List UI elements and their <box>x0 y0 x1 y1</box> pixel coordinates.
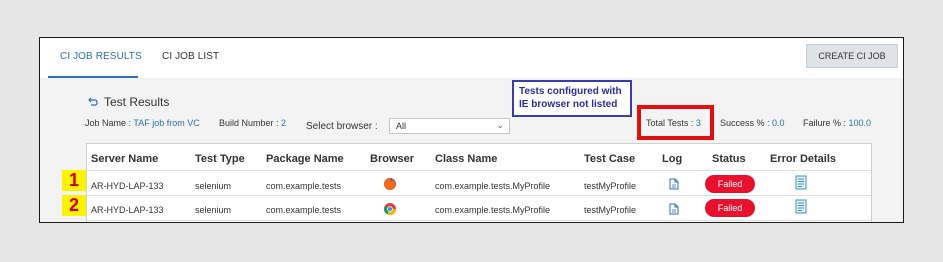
build-number-value[interactable]: 2 <box>281 118 286 128</box>
cell-test-type: selenium <box>195 205 232 215</box>
ci-job-window: CI JOB RESULTS CI JOB LIST CREATE CI JOB… <box>39 37 904 223</box>
cell-class-name: com.example.tests.MyProfile <box>435 181 551 191</box>
back-arrow-icon[interactable] <box>88 97 98 107</box>
annotation-callout: Tests configured with IE browser not lis… <box>512 80 632 117</box>
job-name-label: Job Name : <box>85 118 134 128</box>
job-name-meta: Job Name : TAF job from VC <box>85 118 200 128</box>
header-package-name: Package Name <box>266 153 344 165</box>
page-title: Test Results <box>104 95 170 109</box>
cell-server-name: AR-HYD-LAP-133 <box>91 181 164 191</box>
success-meta: Success % : 0.0 <box>720 118 785 128</box>
chevron-down-icon: ⌄ <box>496 120 504 130</box>
header-test-case: Test Case <box>584 153 636 165</box>
cell-package-name: com.example.tests <box>266 205 342 215</box>
header-status: Status <box>712 153 746 165</box>
cell-package-name: com.example.tests <box>266 181 342 191</box>
header-browser: Browser <box>370 153 415 165</box>
browser-select-label: Select browser : <box>306 121 378 132</box>
results-table: Server Name Test Type Package Name Brows… <box>86 143 872 222</box>
tab-ci-job-list[interactable]: CI JOB LIST <box>162 51 219 62</box>
row-divider <box>87 195 871 196</box>
failure-label: Failure % : <box>803 118 849 128</box>
create-ci-job-button[interactable]: CREATE CI JOB <box>806 44 898 68</box>
header-divider <box>87 170 871 171</box>
error-details-icon[interactable] <box>795 199 807 214</box>
header-error-details: Error Details <box>770 153 837 165</box>
success-label: Success % : <box>720 118 773 128</box>
status-failed-badge[interactable]: Failed <box>705 175 755 193</box>
log-file-icon[interactable] <box>669 178 679 190</box>
annotation-marker-1: 1 <box>62 170 86 191</box>
cell-server-name: AR-HYD-LAP-133 <box>91 205 164 215</box>
failure-value: 100.0 <box>848 118 872 128</box>
build-number-meta: Build Number : 2 <box>219 118 286 128</box>
success-value: 0.0 <box>772 118 785 128</box>
annotation-line-1: Tests configured with <box>519 86 622 97</box>
firefox-icon <box>384 178 396 190</box>
total-tests-highlight <box>637 105 714 140</box>
browser-select-value: All <box>396 121 407 131</box>
status-failed-badge[interactable]: Failed <box>705 199 755 217</box>
job-name-value[interactable]: TAF job from VC <box>133 118 199 128</box>
header-log: Log <box>662 153 683 165</box>
chrome-icon <box>384 203 396 216</box>
header-class-name: Class Name <box>435 153 498 165</box>
tab-ci-job-results[interactable]: CI JOB RESULTS <box>60 51 142 62</box>
browser-select[interactable]: All ⌄ <box>389 118 510 134</box>
tab-bar: CI JOB RESULTS CI JOB LIST CREATE CI JOB <box>40 38 903 78</box>
annotation-line-2: IE browser not listed <box>519 99 618 110</box>
row-divider <box>87 220 871 221</box>
build-number-label: Build Number : <box>219 118 282 128</box>
header-server-name: Server Name <box>91 153 159 165</box>
log-file-icon[interactable] <box>669 203 679 215</box>
header-test-type: Test Type <box>195 153 245 165</box>
cell-test-case: testMyProfile <box>584 205 637 215</box>
cell-class-name: com.example.tests.MyProfile <box>435 205 551 215</box>
cell-test-type: selenium <box>195 181 232 191</box>
cell-test-case: testMyProfile <box>584 181 637 191</box>
failure-meta: Failure % : 100.0 <box>803 118 871 128</box>
error-details-icon[interactable] <box>795 175 807 190</box>
annotation-marker-2: 2 <box>62 195 86 216</box>
